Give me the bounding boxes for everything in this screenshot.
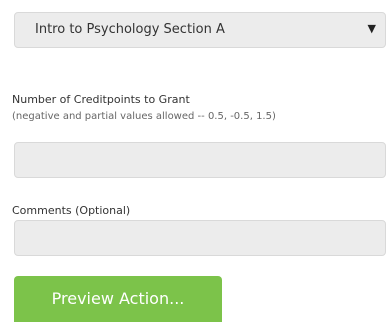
credits-hint: (negative and partial values allowed -- … — [12, 111, 276, 122]
comments-input[interactable] — [14, 220, 386, 256]
comments-label: Comments (Optional) — [12, 204, 131, 217]
credits-input[interactable] — [14, 142, 386, 178]
preview-action-button[interactable]: Preview Action... — [14, 276, 222, 322]
course-select[interactable]: Intro to Psychology Section A ▼ — [14, 12, 386, 48]
course-select-value: Intro to Psychology Section A — [35, 22, 225, 37]
credits-label: Number of Creditpoints to Grant — [12, 93, 190, 106]
triangle-down-icon: ▼ — [367, 22, 376, 35]
